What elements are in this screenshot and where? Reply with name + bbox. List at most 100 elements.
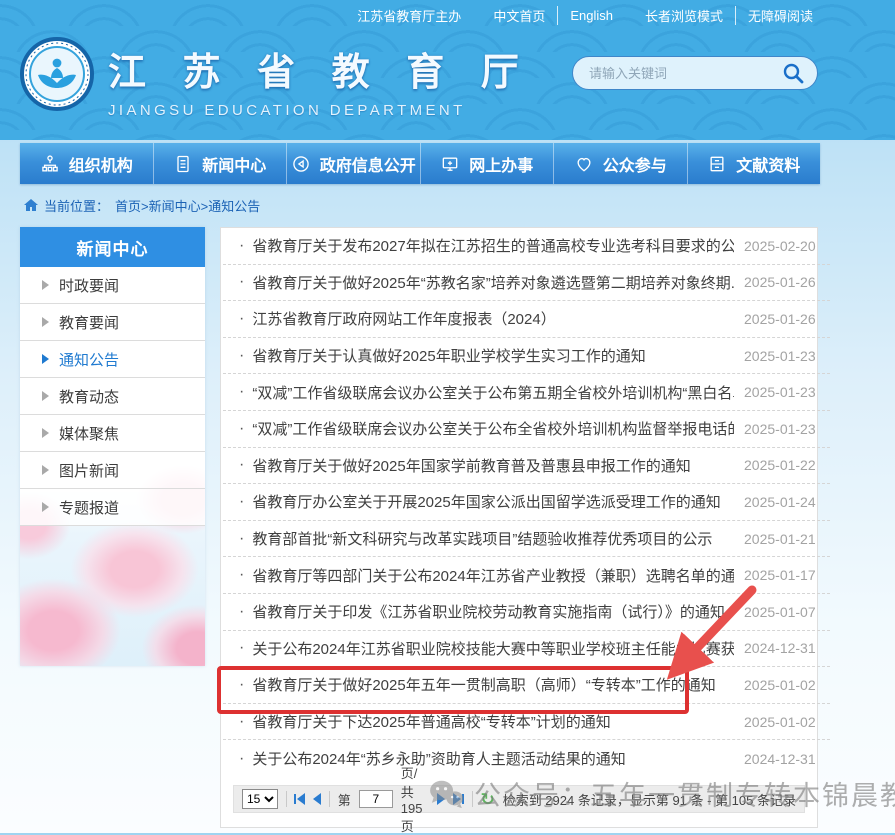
notice-list-panel: · 省教育厅关于发布2027年拟在江苏招生的普通高校专业选考科目要求的公告 2025… — [220, 227, 818, 828]
site-title: 江 苏 省 教 育 厅 — [108, 41, 532, 96]
notice-title[interactable]: 省教育厅关于做好2025年五年一贯制高职（高师）“专转本”工作的通知 — [252, 674, 734, 695]
notice-title[interactable]: 省教育厅关于认真做好2025年职业学校学生实习工作的通知 — [252, 345, 734, 366]
notice-row[interactable]: ·教育部首批“新文科研究与改革实践项目”结题验收推荐优秀项目的公示2025-01… — [223, 521, 830, 558]
sidebar-item-label: 教育要闻 — [59, 312, 119, 333]
records-info: 检索到 2924 条记录，显示第 91 条 - 第 105 条记录 — [503, 790, 796, 809]
notice-row[interactable]: ·省教育厅办公室关于开展2025年国家公派出国留学选派受理工作的通知2025-0… — [223, 484, 830, 521]
info-disclosure-icon — [291, 154, 311, 174]
notice-date: 2025-01-23 — [744, 421, 816, 437]
sidebar-item-label: 教育动态 — [59, 386, 119, 407]
next-page-button[interactable] — [437, 793, 445, 805]
notice-title[interactable]: 省教育厅关于发布2027年拟在江苏招生的普通高校专业选考科目要求的公告 — [252, 235, 734, 256]
notice-title[interactable]: 省教育厅关于下达2025年普通高校“专转本”计划的通知 — [252, 711, 734, 732]
notice-title[interactable]: 关于公布2024年江苏省职业院校技能大赛中等职业学校班主任能力比赛获奖... — [252, 638, 734, 659]
notice-title[interactable]: 省教育厅办公室关于开展2025年国家公派出国留学选派受理工作的通知 — [252, 491, 734, 512]
page-label-prefix: 第 — [338, 790, 351, 809]
main-nav: 组织机构 新闻中心 政府信息公开 网上办事 公众参与 文献资料 — [20, 143, 820, 184]
notice-date: 2024-12-31 — [744, 640, 816, 656]
page-size-select[interactable]: 15 — [242, 789, 278, 809]
nav-item-organization[interactable]: 组织机构 — [20, 143, 154, 184]
notice-title[interactable]: “双减”工作省级联席会议办公室关于公布第五期全省校外培训机构“黑白名单... — [252, 382, 734, 403]
sidebar-item-special-reports[interactable]: 专题报道 — [20, 489, 205, 526]
sidebar-item-notices[interactable]: 通知公告 — [20, 341, 205, 378]
nav-item-info-disclosure[interactable]: 政府信息公开 — [287, 143, 421, 184]
online-service-icon — [440, 154, 460, 174]
sidebar: 新闻中心 时政要闻 教育要闻 通知公告 教育动态 媒体聚焦 图片新闻 专题报道 — [20, 227, 205, 666]
news-icon — [173, 154, 193, 174]
notice-row[interactable]: ·省教育厅等四部门关于公布2024年江苏省产业教授（兼职）选聘名单的通知2025… — [223, 557, 830, 594]
home-icon — [24, 199, 38, 212]
nav-item-online-services[interactable]: 网上办事 — [421, 143, 555, 184]
notice-title[interactable]: 江苏省教育厅政府网站工作年度报表（2024） — [252, 308, 734, 329]
notice-row-highlighted[interactable]: ·省教育厅关于做好2025年五年一贯制高职（高师）“专转本”工作的通知2025-… — [223, 667, 830, 704]
chevron-right-icon — [42, 317, 49, 327]
sidebar-item-label: 时政要闻 — [59, 275, 119, 296]
notice-row[interactable]: ·省教育厅关于印发《江苏省职业院校劳动教育实施指南（试行）》的通知2025-01… — [223, 594, 830, 631]
brand: 江 苏 省 教 育 厅 JIANGSU EDUCATION DEPARTMENT — [20, 37, 532, 119]
bullet: · — [239, 603, 244, 621]
topbar-link-accessibility[interactable]: 无障碍阅读 — [748, 6, 813, 25]
notice-title[interactable]: 关于公布2024年“苏乡永助”资助育人主题活动结果的通知 — [252, 748, 734, 769]
nav-label: 文献资料 — [736, 152, 800, 176]
page-label-suffix: 页/共 195 页 — [401, 763, 429, 835]
nav-label: 组织机构 — [69, 152, 133, 176]
topbar-link-english[interactable]: English — [570, 8, 613, 23]
notice-title[interactable]: 省教育厅关于印发《江苏省职业院校劳动教育实施指南（试行）》的通知 — [252, 601, 734, 622]
notice-date: 2025-01-02 — [744, 677, 816, 693]
notice-row[interactable]: ·关于公布2024年江苏省职业院校技能大赛中等职业学校班主任能力比赛获奖...2… — [223, 631, 830, 668]
prev-page-button[interactable] — [313, 793, 321, 805]
search-input[interactable] — [589, 66, 781, 81]
chevron-right-icon — [42, 465, 49, 475]
sidebar-item-label: 通知公告 — [59, 349, 119, 370]
site-title-en: JIANGSU EDUCATION DEPARTMENT — [108, 102, 532, 119]
search-icon[interactable] — [781, 61, 805, 85]
bullet: · — [239, 530, 244, 548]
notice-row[interactable]: · “双减”工作省级联席会议办公室关于公布全省校外培训机构监督举报电话的公... 2… — [223, 411, 830, 448]
notice-title[interactable]: 省教育厅关于做好2025年“苏教名家”培养对象遴选暨第二期培养对象终期... — [252, 272, 734, 293]
sidebar-item-label: 媒体聚焦 — [59, 423, 119, 444]
breadcrumb-path[interactable]: 首页>新闻中心>通知公告 — [115, 196, 260, 215]
notice-row[interactable]: ·“双减”工作省级联席会议办公室关于公布第五期全省校外培训机构“黑白名单...2… — [223, 374, 830, 411]
last-page-button[interactable] — [453, 793, 464, 805]
notice-date: 2025-01-23 — [744, 384, 816, 400]
sidebar-item-label: 专题报道 — [59, 497, 119, 518]
topbar-link-chinese-home[interactable]: 中文首页 — [493, 6, 558, 25]
notice-row[interactable]: ·省教育厅关于做好2025年国家学前教育普及普惠县申报工作的通知2025-01-… — [223, 448, 830, 485]
notice-title[interactable]: 教育部首批“新文科研究与改革实践项目”结题验收推荐优秀项目的公示 — [252, 528, 734, 549]
notice-row[interactable]: ·省教育厅关于做好2025年“苏教名家”培养对象遴选暨第二期培养对象终期...2… — [223, 265, 830, 302]
notice-row[interactable]: ·关于公布2024年“苏乡永助”资助育人主题活动结果的通知2024-12-31 — [223, 740, 830, 777]
sidebar-item-education-trends[interactable]: 教育动态 — [20, 378, 205, 415]
nav-item-documents[interactable]: 文献资料 — [688, 143, 821, 184]
sidebar-item-current-affairs[interactable]: 时政要闻 — [20, 267, 205, 304]
notice-row[interactable]: ·江苏省教育厅政府网站工作年度报表（2024）2025-01-26 — [223, 301, 830, 338]
notice-row[interactable]: ·省教育厅关于下达2025年普通高校“专转本”计划的通知2025-01-02 — [223, 704, 830, 741]
nav-item-public-participation[interactable]: 公众参与 — [554, 143, 688, 184]
notice-date: 2025-01-26 — [744, 274, 816, 290]
bullet: · — [239, 713, 244, 731]
notice-row[interactable]: ·省教育厅关于认真做好2025年职业学校学生实习工作的通知2025-01-23 — [223, 338, 830, 375]
sidebar-item-education-news[interactable]: 教育要闻 — [20, 304, 205, 341]
notice-title[interactable]: 省教育厅关于做好2025年国家学前教育普及普惠县申报工作的通知 — [252, 455, 734, 476]
refresh-icon[interactable]: ↻ — [480, 791, 494, 808]
chevron-right-icon — [42, 280, 49, 290]
bullet: · — [239, 493, 244, 511]
notice-row[interactable]: ·省教育厅关于发布2027年拟在江苏招生的普通高校专业选考科目要求的公告2025… — [223, 228, 830, 265]
notice-date: 2024-12-31 — [744, 751, 816, 767]
chevron-right-icon — [42, 354, 49, 364]
participation-heart-icon — [574, 154, 594, 174]
notice-date: 2025-01-22 — [744, 457, 816, 473]
nav-item-news-center[interactable]: 新闻中心 — [154, 143, 288, 184]
first-page-button[interactable] — [294, 793, 305, 805]
nav-label: 公众参与 — [603, 152, 667, 176]
page-number-input[interactable] — [359, 790, 393, 808]
sidebar-item-photo-news[interactable]: 图片新闻 — [20, 452, 205, 489]
chevron-right-icon — [42, 502, 49, 512]
bullet: · — [239, 420, 244, 438]
nav-label: 网上办事 — [469, 152, 533, 176]
topbar-link-host[interactable]: 江苏省教育厅主办 — [357, 6, 461, 25]
topbar-link-elder-mode[interactable]: 长者浏览模式 — [645, 6, 736, 25]
documents-archive-icon — [707, 154, 727, 174]
notice-title[interactable]: 省教育厅等四部门关于公布2024年江苏省产业教授（兼职）选聘名单的通知 — [252, 565, 734, 586]
notice-title[interactable]: “双减”工作省级联席会议办公室关于公布全省校外培训机构监督举报电话的公... — [252, 418, 734, 439]
sidebar-item-media-focus[interactable]: 媒体聚焦 — [20, 415, 205, 452]
